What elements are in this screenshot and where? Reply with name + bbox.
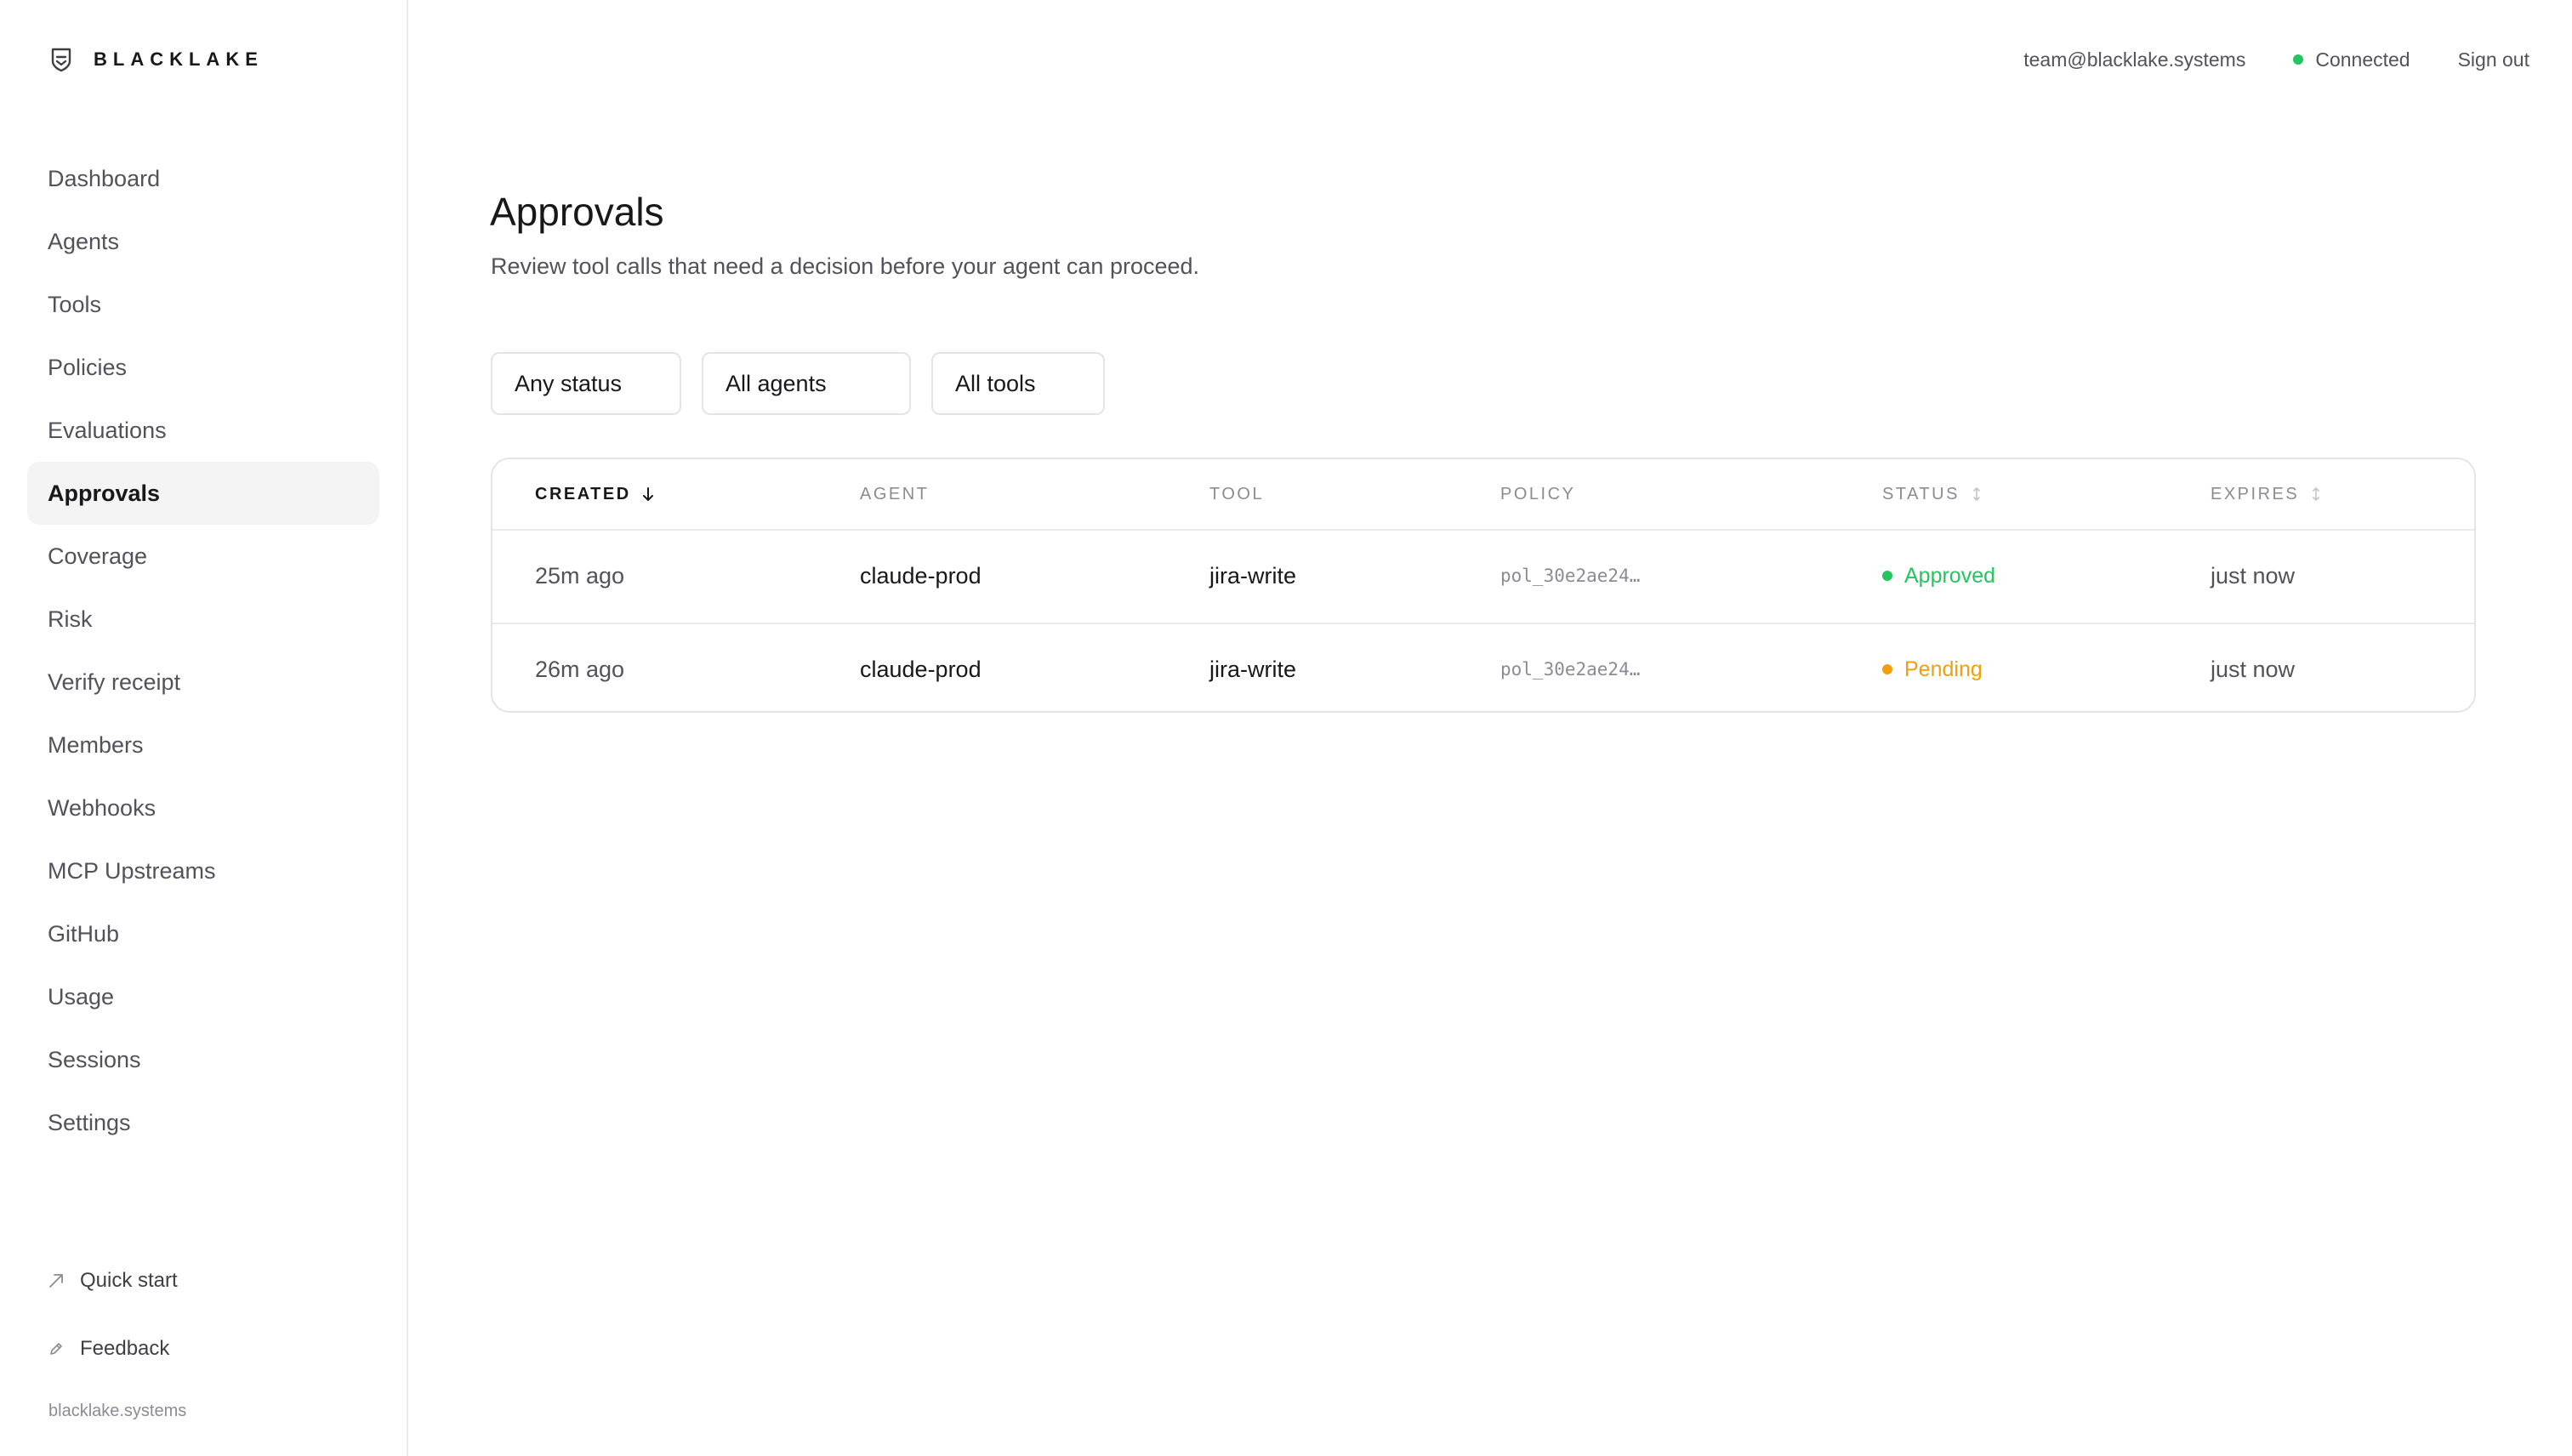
column-header-created[interactable]: CREATED [535,459,655,529]
feedback-label: Feedback [80,1337,170,1360]
column-label: POLICY [1500,484,1576,503]
approvals-table: CREATED AGENT TOOL POLICY STATUS EXPIRES… [491,458,2476,713]
footer-domain: blacklake.systems [48,1402,187,1420]
cell-created: 25m ago [535,562,625,589]
column-label: CREATED [535,484,631,503]
brand-name: BLACKLAKE [94,48,264,70]
cell-policy: pol_30e2ae24… [1500,566,1641,586]
sort-updown-icon [2313,487,2320,501]
connection-dot-icon [2293,54,2304,65]
sidebar-item-verify-receipt[interactable]: Verify receipt [27,651,379,714]
sidebar-item-tools[interactable]: Tools [27,273,379,336]
cell-tool: jira-write [1209,656,1297,682]
sidebar-item-agents[interactable]: Agents [27,210,379,273]
page-subtitle: Review tool calls that need a decision b… [491,253,1200,279]
column-header-tool: TOOL [1209,459,1264,529]
sidebar-item-approvals[interactable]: Approvals [27,462,379,525]
arrow-up-right-icon [49,1274,63,1288]
pencil-icon [50,1343,62,1355]
column-label: EXPIRES [2211,484,2300,503]
sidebar-item-settings[interactable]: Settings [27,1091,379,1154]
account-email: team@blacklake.systems [2023,48,2246,71]
sort-updown-icon [1973,487,1980,501]
connection-status: Connected [2293,48,2410,71]
sidebar-item-mcp-upstreams[interactable]: MCP Upstreams [27,839,379,902]
sidebar-footer-links: Quick start Feedback [48,1255,178,1374]
table-row[interactable]: 25m ago claude-prod jira-write pol_30e2a… [492,531,2474,623]
quick-start-link[interactable]: Quick start [48,1255,178,1306]
brand[interactable]: BLACKLAKE [49,46,264,73]
cell-agent: claude-prod [860,656,982,682]
status-label: Pending [1904,657,1983,681]
sidebar-item-evaluations[interactable]: Evaluations [27,399,379,462]
column-label: TOOL [1209,484,1265,503]
tool-filter-select[interactable]: All tools [931,352,1105,415]
sidebar-item-github[interactable]: GitHub [27,902,379,965]
table-row[interactable]: 26m ago claude-prod jira-write pol_30e2a… [492,623,2474,711]
status-dot-icon [1882,571,1892,581]
status-badge: Approved [1882,564,1995,589]
quick-start-label: Quick start [80,1269,178,1292]
cell-expires: just now [2211,562,2296,589]
shield-logo-icon [51,48,71,72]
sidebar-item-risk[interactable]: Risk [27,588,379,651]
cell-tool: jira-write [1209,562,1297,589]
app: BLACKLAKE Dashboard Agents Tools Policie… [0,0,2572,1456]
connection-label: Connected [2315,48,2410,71]
cell-agent: claude-prod [860,562,982,589]
sign-out-link[interactable]: Sign out [2458,48,2529,71]
sidebar-item-coverage[interactable]: Coverage [27,525,379,588]
sidebar: BLACKLAKE Dashboard Agents Tools Policie… [0,0,408,1456]
sidebar-item-policies[interactable]: Policies [27,336,379,399]
cell-status: Pending [1882,624,1983,711]
filter-bar: Any status All agents All tools [491,352,1105,415]
sidebar-item-sessions[interactable]: Sessions [27,1028,379,1091]
agent-filter-select[interactable]: All agents [702,352,911,415]
column-label: STATUS [1882,484,1960,503]
column-header-expires[interactable]: EXPIRES [2211,459,2323,529]
status-filter-select[interactable]: Any status [491,352,681,415]
cell-expires: just now [2211,656,2296,682]
feedback-link[interactable]: Feedback [48,1323,178,1374]
sidebar-nav: Dashboard Agents Tools Policies Evaluati… [27,147,379,1154]
column-header-policy: POLICY [1500,459,1575,529]
cell-policy: pol_30e2ae24… [1500,659,1641,680]
column-header-status[interactable]: STATUS [1882,459,1983,529]
status-label: Approved [1904,563,1996,588]
table-header: CREATED AGENT TOOL POLICY STATUS EXPIRES [492,459,2474,531]
cell-created: 26m ago [535,656,625,682]
column-header-agent: AGENT [860,459,929,529]
column-label: AGENT [860,484,930,503]
sidebar-item-members[interactable]: Members [27,714,379,776]
status-dot-icon [1882,664,1892,674]
sidebar-item-dashboard[interactable]: Dashboard [27,147,379,210]
cell-status: Approved [1882,531,1995,621]
page-title: Approvals [490,190,664,234]
sidebar-item-usage[interactable]: Usage [27,965,379,1028]
topbar: team@blacklake.systems Connected Sign ou… [2023,44,2529,75]
status-badge: Pending [1882,657,1983,682]
arrow-down-icon [642,487,653,501]
sidebar-item-webhooks[interactable]: Webhooks [27,776,379,839]
